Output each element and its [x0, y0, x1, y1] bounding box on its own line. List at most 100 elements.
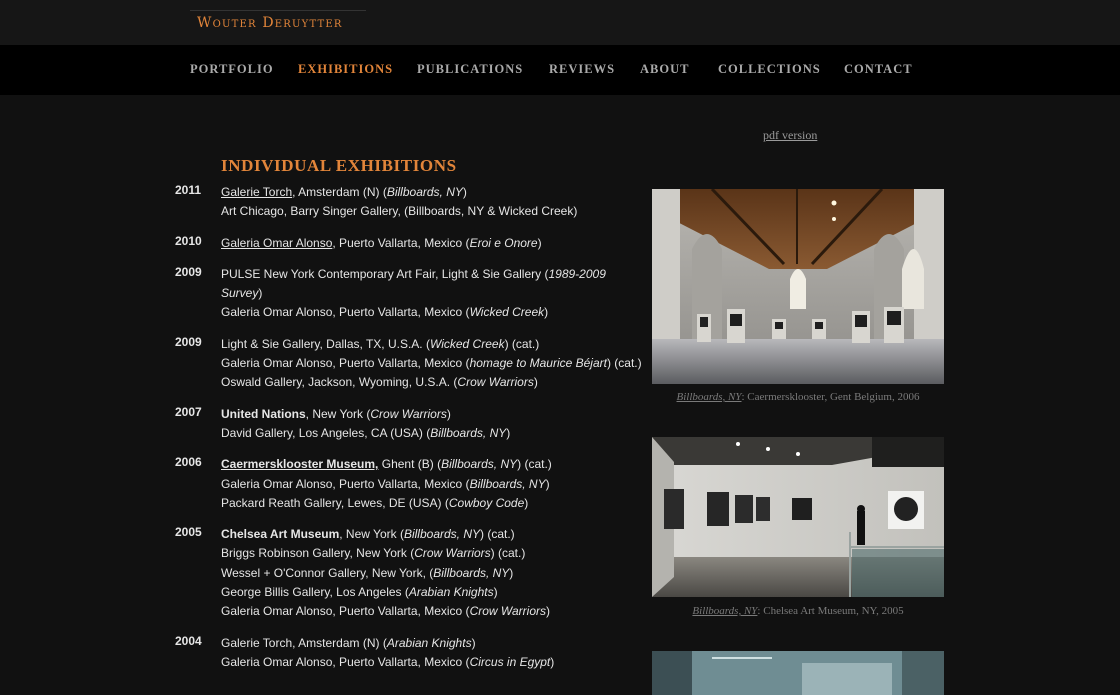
- exhibition-entry: Galerie Torch, Amsterdam (N) (Arabian Kn…: [221, 634, 645, 653]
- brand-divider: [190, 10, 366, 11]
- year-label: 2011: [175, 183, 202, 197]
- nav-publications[interactable]: PUBLICATIONS: [417, 62, 523, 77]
- exhibition-title: Arabian Knights: [408, 585, 494, 600]
- venue-name: Wessel + O'Connor Gallery: [221, 565, 366, 580]
- venue-name: George Billis Gallery: [221, 585, 330, 600]
- exhibition-entry: Galeria Omar Alonso, Puerto Vallarta, Me…: [221, 602, 645, 621]
- exhibition-title: Crow Warriors: [414, 546, 491, 561]
- entry-suffix: ) (cat.): [504, 336, 540, 351]
- exhibition-entry: PULSE New York Contemporary Art Fair, Li…: [221, 265, 645, 304]
- caption-1-text: : Caermersklooster, Gent Belgium, 2006: [741, 391, 920, 403]
- venue-location: , New York (: [305, 406, 371, 421]
- exhibition-title: Billboards, NY: [469, 476, 546, 491]
- entry-suffix: ): [545, 476, 550, 491]
- entry-suffix: ): [446, 406, 451, 421]
- entry-suffix: ): [546, 604, 551, 619]
- venue-location: , Puerto Vallarta, Mexico (: [332, 604, 470, 619]
- exhibition-title: homage to Maurice Béjart: [469, 356, 607, 371]
- venue-location: , Puerto Vallarta, Mexico (: [332, 476, 470, 491]
- exhibition-entry: Galeria Omar Alonso, Puerto Vallarta, Me…: [221, 354, 645, 373]
- venue-location: , Dallas, TX, U.S.A. (: [319, 336, 430, 351]
- exhibition-title: Circus in Egypt: [469, 654, 551, 669]
- caption-2-link[interactable]: Billboards, NY: [692, 605, 757, 617]
- venue-location: , New York, (: [365, 565, 434, 580]
- exhibition-title: Billboards, NY: [441, 457, 518, 472]
- entry-suffix: ): [506, 425, 511, 440]
- nav-contact[interactable]: CONTACT: [844, 62, 913, 77]
- year-label: 2006: [175, 455, 202, 470]
- exhibition-entry: David Gallery, Los Angeles, CA (USA) (Bi…: [221, 424, 645, 443]
- venue-name[interactable]: Galerie Torch: [221, 185, 292, 199]
- exhibition-title: Cowboy Code: [448, 495, 525, 510]
- nav-portfolio[interactable]: PORTFOLIO: [190, 62, 274, 77]
- exhibition-entry: Briggs Robinson Gallery, New York (Crow …: [221, 544, 645, 563]
- venue-location: , Jackson, Wyoming, U.S.A. (: [301, 375, 458, 390]
- main-nav: PORTFOLIO EXHIBITIONS PUBLICATIONS REVIE…: [0, 45, 1120, 95]
- nav-about[interactable]: ABOUT: [640, 62, 689, 77]
- third-gallery-image: [652, 651, 944, 695]
- venue-name: Oswald Gallery: [221, 375, 302, 390]
- exhibition-title: Crow Warriors: [469, 604, 547, 619]
- exhibition-entry: Light & Sie Gallery, Dallas, TX, U.S.A. …: [221, 335, 645, 354]
- exhibition-entry: Caermersklooster Museum, Ghent (B) (Bill…: [221, 455, 645, 474]
- photo-caermersklooster[interactable]: [652, 189, 944, 384]
- exhibition-entry: Galeria Omar Alonso, Puerto Vallarta, Me…: [221, 653, 645, 672]
- venue-name: Light & Sie Gallery: [221, 336, 320, 351]
- venue-location: , Amsterdam (N) (: [292, 635, 387, 650]
- year-block-2009: 2009 PULSE New York Contemporary Art Fair…: [175, 265, 645, 323]
- exhibition-entry: Galeria Omar Alonso, Puerto Vallarta, Me…: [221, 475, 645, 494]
- venue-name: PULSE New York Contemporary Art Fair, Li…: [221, 266, 542, 281]
- entry-suffix: ): [493, 585, 498, 600]
- pdf-version-link[interactable]: pdf version: [763, 128, 817, 143]
- exhibition-title: Eroi e Onore: [469, 235, 538, 250]
- venue-name: Galeria Omar Alonso: [221, 476, 333, 491]
- year-block-2006: 2006 Caermersklooster Museum, Ghent (B) (…: [175, 455, 645, 513]
- photo-caption-1: Billboards, NY: Caermersklooster, Gent B…: [652, 391, 944, 403]
- venue-name: Chelsea Art Museum: [221, 527, 340, 542]
- year-label: 2009: [175, 264, 202, 279]
- year-block-2007: 2007 United Nations, New York (Crow Warri…: [175, 405, 645, 444]
- exhibition-title: Crow Warriors: [457, 375, 534, 390]
- entry-suffix: ): [550, 654, 555, 669]
- nav-reviews[interactable]: REVIEWS: [549, 62, 615, 77]
- year-block-2011: 2011 Galerie Torch, Amsterdam (N) (Billbo…: [175, 183, 645, 222]
- venue-location: , Puerto Vallarta, Mexico (: [332, 356, 470, 371]
- exhibition-entry: Oswald Gallery, Jackson, Wyoming, U.S.A.…: [221, 373, 645, 392]
- nav-exhibitions[interactable]: EXHIBITIONS: [298, 62, 393, 77]
- section-title: INDIVIDUAL EXHIBITIONS: [221, 156, 457, 175]
- exhibition-title: Billboards, NY: [403, 527, 480, 542]
- photo-third[interactable]: [652, 651, 944, 695]
- venue-location: , Puerto Vallarta, Mexico (: [332, 305, 470, 320]
- year-label: 2004: [175, 633, 202, 648]
- entry-suffix: ): [471, 635, 476, 650]
- year-label: 2007: [175, 404, 202, 419]
- entry-suffix: ) (cat.): [490, 546, 526, 561]
- site-logo-link[interactable]: Wouter Deruytter: [197, 15, 343, 31]
- venue-name: United Nations: [221, 406, 306, 421]
- nav-collections[interactable]: COLLECTIONS: [718, 62, 821, 77]
- exhibitions-list: 2011 Galerie Torch, Amsterdam (N) (Billbo…: [175, 183, 645, 684]
- photo-chelsea[interactable]: [652, 437, 944, 597]
- entry-suffix: ): [524, 495, 529, 510]
- venue-location: , Los Angeles, CA (USA) (: [292, 425, 431, 440]
- exhibition-title: Billboards, NY: [386, 185, 463, 199]
- exhibition-entry: Packard Reath Gallery, Lewes, DE (USA) (…: [221, 494, 645, 513]
- venue-name[interactable]: Caermersklooster Museum,: [221, 457, 378, 471]
- year-block-2009: 2009 Light & Sie Gallery, Dallas, TX, U.S…: [175, 335, 645, 393]
- year-label: 2005: [175, 525, 202, 540]
- year-label: 2010: [175, 233, 202, 248]
- venue-name: Art Chicago, Barry Singer Gallery, (Bill…: [221, 204, 578, 219]
- exhibition-entry: Galeria Omar Alonso, Puerto Vallarta, Me…: [221, 303, 645, 322]
- year-label: 2009: [175, 334, 202, 349]
- venue-name[interactable]: Galeria Omar Alonso: [221, 236, 332, 250]
- entry-suffix: ): [258, 286, 263, 301]
- photo-caption-2: Billboards, NY: Chelsea Art Museum, NY, …: [652, 605, 944, 617]
- entry-suffix: ) (cat.): [606, 356, 642, 371]
- exhibition-title: Billboards, NY: [430, 425, 507, 440]
- exhibition-entry: Galerie Torch, Amsterdam (N) (Billboards…: [221, 183, 645, 202]
- caption-1-link[interactable]: Billboards, NY: [677, 391, 742, 403]
- caption-2-text: : Chelsea Art Museum, NY, 2005: [757, 605, 904, 617]
- venue-location: , Lewes, DE (USA) (: [340, 495, 449, 510]
- venue-name: Galeria Omar Alonso: [221, 604, 333, 619]
- venue-location: , Puerto Vallarta, Mexico (: [332, 235, 470, 250]
